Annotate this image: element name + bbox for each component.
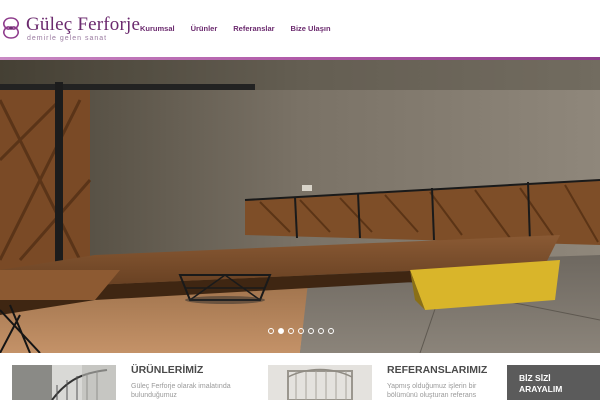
slider-dot[interactable] (298, 328, 304, 334)
nav-item-referanslar[interactable]: Referanslar (233, 24, 274, 33)
products-thumbnail[interactable] (12, 365, 116, 400)
site-header: Güleç Ferforje demirle gelen sanat Kurum… (0, 0, 600, 58)
hero-image (0, 60, 600, 353)
ornament-logo-icon (3, 17, 19, 39)
slider-dot[interactable] (308, 328, 314, 334)
slider-dot[interactable] (268, 328, 274, 334)
logo[interactable]: Güleç Ferforje demirle gelen sanat (0, 13, 140, 45)
slider-dot[interactable] (288, 328, 294, 334)
slider-dots (268, 328, 338, 334)
nav-item-bize-ulasin[interactable]: Bize Ulaşın (291, 24, 331, 33)
slider-dot-active[interactable] (278, 328, 284, 334)
references-title[interactable]: REFERANSLARIMIZ (387, 364, 487, 376)
slider-dot[interactable] (328, 328, 334, 334)
references-text: Yapmış olduğumuz işlerin bir bölümünü ol… (387, 383, 477, 399)
nav-item-urunler[interactable]: Ürünler (191, 24, 218, 33)
callback-button[interactable]: BİZ SİZİ ARAYALIM (507, 365, 600, 400)
brand-tagline: demirle gelen sanat (27, 35, 108, 42)
callback-button-label: BİZ SİZİ ARAYALIM (519, 373, 563, 394)
hero-slider[interactable] (0, 60, 600, 353)
brand-name: Güleç Ferforje (26, 14, 141, 35)
products-title[interactable]: ÜRÜNLERİMİZ (131, 364, 203, 376)
slider-dot[interactable] (318, 328, 324, 334)
references-thumbnail[interactable] (268, 365, 372, 400)
products-text: Güleç Ferforje olarak imalatında bulundu… (131, 383, 231, 399)
main-nav: Kurumsal Ürünler Referanslar Bize Ulaşın (140, 24, 347, 33)
nav-item-kurumsal[interactable]: Kurumsal (140, 24, 175, 33)
